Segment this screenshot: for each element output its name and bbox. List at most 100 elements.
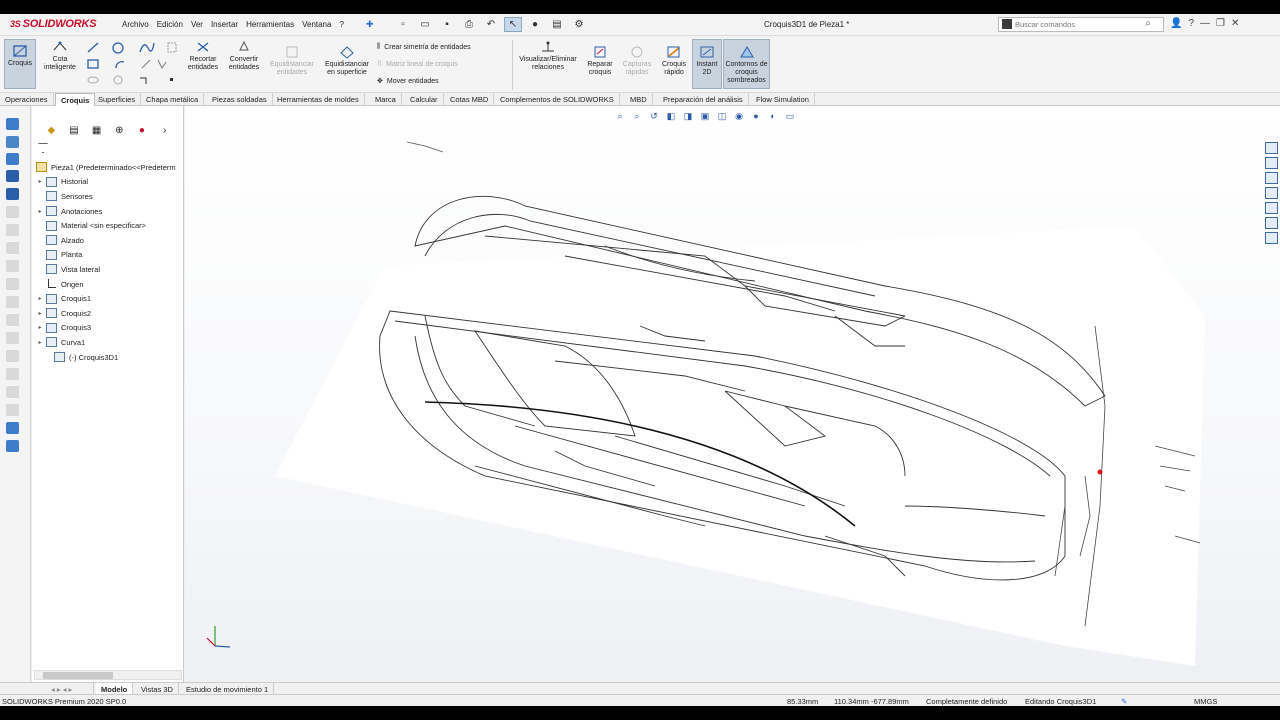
- tree-item-historial[interactable]: ▸ Historial: [32, 175, 184, 190]
- tree-item-planta[interactable]: Planta: [32, 248, 184, 263]
- cota-inteligente-button[interactable]: Cota inteligente: [40, 40, 80, 72]
- close-icon[interactable]: ✕: [1231, 18, 1239, 29]
- side-tool-7-icon[interactable]: [6, 224, 19, 236]
- side-tool-19-icon[interactable]: [6, 440, 19, 452]
- panel-expand-icon[interactable]: ›: [157, 123, 173, 137]
- capturas-rapidas-button[interactable]: Capturas rápidas: [620, 45, 654, 77]
- side-tool-14-icon[interactable]: [6, 350, 19, 362]
- menu-ver[interactable]: Ver: [187, 20, 207, 29]
- expand-arrow-icon[interactable]: ▸: [36, 339, 44, 346]
- matriz-lineal-button[interactable]: ⠿ Matriz lineal de croquis: [377, 60, 458, 69]
- display-manager-tab-icon[interactable]: ●: [134, 123, 150, 137]
- tab-marca[interactable]: Marca: [370, 93, 402, 106]
- file-properties-icon[interactable]: ▤: [548, 17, 566, 32]
- undo-icon[interactable]: ↶: [482, 17, 500, 32]
- menu-help[interactable]: ?: [335, 20, 347, 29]
- reparar-croquis-button[interactable]: Reparar croquis: [584, 45, 616, 77]
- tree-item-croquis3d1[interactable]: (-) Croquis3D1: [32, 350, 184, 365]
- rebuild-icon[interactable]: ✎: [1121, 697, 1127, 706]
- save-icon[interactable]: ▪: [438, 17, 456, 32]
- crear-simetria-button[interactable]: ⫼ Crear simetría de entidades: [377, 43, 471, 51]
- tab-calcular[interactable]: Calcular: [405, 93, 444, 106]
- scrollbar-thumb[interactable]: [43, 672, 113, 679]
- sketch-point[interactable]: [1097, 469, 1103, 475]
- menu-insertar[interactable]: Insertar: [207, 20, 242, 29]
- expand-arrow-icon[interactable]: ▸: [36, 208, 44, 215]
- search-commands-input[interactable]: Buscar comandos ⌕: [998, 17, 1164, 32]
- contornos-sombreados-button[interactable]: Contornos de croquis sombreados: [723, 39, 770, 89]
- tab-herramientas-moldes[interactable]: Herramientas de moldes: [272, 93, 365, 106]
- tree-item-alzado[interactable]: Alzado: [32, 233, 184, 248]
- graphics-area[interactable]: ⌕ ⌕ ↺ ◧ ◨ ▣ ◫ ◉ ● ◐ ▭: [185, 106, 1280, 682]
- minimize-icon[interactable]: —: [1200, 18, 1210, 29]
- tab-operaciones[interactable]: Operaciones: [0, 93, 54, 106]
- tree-item-vista-lateral[interactable]: Vista lateral: [32, 262, 184, 277]
- open-icon[interactable]: ▭: [416, 17, 434, 32]
- search-icon[interactable]: ⌕: [1145, 18, 1151, 29]
- traffic-light-icon[interactable]: ●: [526, 17, 544, 32]
- side-tool-3-icon[interactable]: [6, 153, 19, 165]
- instant-2d-button[interactable]: Instant 2D: [692, 39, 722, 89]
- recortar-entidades-button[interactable]: Recortar entidades: [184, 40, 222, 72]
- tree-item-croquis2[interactable]: ▸ Croquis2: [32, 306, 184, 321]
- side-tool-8-icon[interactable]: [6, 242, 19, 254]
- help-icon[interactable]: ?: [1188, 18, 1194, 29]
- croquis-rapido-button[interactable]: Croquis rápido: [658, 45, 690, 77]
- side-tool-18-icon[interactable]: [6, 422, 19, 434]
- expand-arrow-icon[interactable]: ▸: [36, 295, 44, 302]
- side-tool-1-icon[interactable]: [6, 118, 19, 130]
- side-tool-11-icon[interactable]: [6, 296, 19, 308]
- tab-preparacion-analisis[interactable]: Preparación del análisis: [658, 93, 749, 106]
- tab-mbd[interactable]: MBD: [625, 93, 653, 106]
- search-scope-icon[interactable]: [1002, 19, 1012, 29]
- equidistanciar-superficie-button[interactable]: Equidistanciar en superficie: [321, 45, 373, 77]
- pin-icon[interactable]: ✚: [366, 19, 374, 30]
- print-icon[interactable]: ⎙: [460, 17, 478, 32]
- side-tool-16-icon[interactable]: [6, 386, 19, 398]
- expand-arrow-icon[interactable]: ▸: [36, 324, 44, 331]
- expand-arrow-icon[interactable]: ▸: [36, 310, 44, 317]
- tree-item-anotaciones[interactable]: ▸ Anotaciones: [32, 204, 184, 219]
- menu-herramientas[interactable]: Herramientas: [242, 20, 298, 29]
- tree-root[interactable]: Pieza1 (Predeterminado<<Predeterm: [32, 160, 184, 175]
- side-tool-2-icon[interactable]: [6, 136, 19, 148]
- tree-item-material[interactable]: Material <sin especificar>: [32, 218, 184, 233]
- tab-croquis[interactable]: Croquis: [55, 93, 96, 106]
- menu-ventana[interactable]: Ventana: [298, 20, 335, 29]
- feature-manager-tab-icon[interactable]: ◆: [43, 123, 59, 137]
- tree-item-sensores[interactable]: Sensores: [32, 189, 184, 204]
- visualizar-relaciones-button[interactable]: Visualizar/Eliminar relaciones: [516, 40, 580, 72]
- tree-item-croquis1[interactable]: ▸ Croquis1: [32, 291, 184, 306]
- side-tool-17-icon[interactable]: [6, 404, 19, 416]
- menu-archivo[interactable]: Archivo: [118, 20, 153, 29]
- side-tool-5-icon[interactable]: [6, 188, 19, 200]
- expand-arrow-icon[interactable]: ▸: [36, 178, 44, 185]
- equidistanciar-entidades-button[interactable]: Equidistanciar entidades: [266, 45, 318, 77]
- croquis-button[interactable]: Croquis: [4, 39, 36, 89]
- tab-superficies[interactable]: Superficies: [93, 93, 142, 106]
- dimxpert-tab-icon[interactable]: ⊕: [111, 123, 127, 137]
- side-tool-13-icon[interactable]: [6, 332, 19, 344]
- tab-flow-simulation[interactable]: Flow Simulation: [751, 93, 815, 106]
- tree-item-origen[interactable]: Origen: [32, 277, 184, 292]
- restore-icon[interactable]: ❐: [1216, 18, 1225, 29]
- property-manager-tab-icon[interactable]: ▤: [66, 123, 82, 137]
- tab-cotas-mbd[interactable]: Cotas MBD: [445, 93, 495, 106]
- tree-item-croquis3[interactable]: ▸ Croquis3: [32, 321, 184, 336]
- side-tool-12-icon[interactable]: [6, 314, 19, 326]
- filter-icon[interactable]: [38, 143, 48, 153]
- panel-horizontal-scrollbar[interactable]: [34, 670, 182, 680]
- user-icon[interactable]: 👤: [1170, 18, 1182, 29]
- side-tool-15-icon[interactable]: [6, 368, 19, 380]
- mover-entidades-button[interactable]: ✥ Mover entidades: [377, 77, 439, 86]
- units-selector[interactable]: MMGS: [1194, 697, 1217, 706]
- convertir-entidades-button[interactable]: Convertir entidades: [225, 40, 263, 72]
- tab-piezas-soldadas[interactable]: Piezas soldadas: [207, 93, 273, 106]
- side-tool-6-icon[interactable]: [6, 206, 19, 218]
- configuration-manager-tab-icon[interactable]: ▦: [89, 123, 105, 137]
- options-gear-icon[interactable]: ⚙: [570, 17, 588, 32]
- tab-complementos[interactable]: Complementos de SOLIDWORKS: [495, 93, 620, 106]
- new-document-icon[interactable]: ▫: [394, 17, 412, 32]
- tree-item-curva1[interactable]: ▸ Curva1: [32, 335, 184, 350]
- side-tool-10-icon[interactable]: [6, 278, 19, 290]
